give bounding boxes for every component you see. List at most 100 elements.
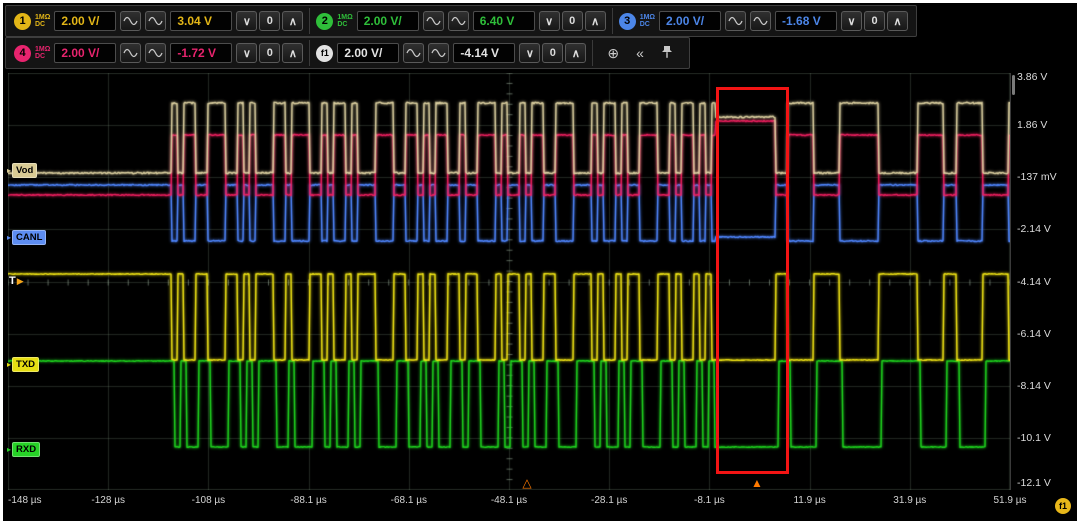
- offset-increase-button[interactable]: ∧: [887, 11, 908, 31]
- channel-badge-1[interactable]: 1: [14, 13, 31, 30]
- channel-position-icon: ▸: [7, 446, 11, 454]
- add-channel-button[interactable]: ⊕: [601, 45, 625, 61]
- zero-icon: 0: [267, 15, 273, 27]
- chevron-down-icon: ∨: [243, 15, 251, 28]
- voltage-axis-label: -2.14 V: [1017, 223, 1051, 235]
- waveform-shape-icon[interactable]: [145, 11, 166, 31]
- time-axis-label: -108 µs: [192, 495, 226, 506]
- channel-label-txd[interactable]: ▸TXD: [7, 357, 39, 372]
- coupling-text: DC: [35, 53, 50, 60]
- coupling-text: DC: [35, 21, 50, 28]
- offset-increase-button[interactable]: ∧: [585, 11, 606, 31]
- offset-zero-button[interactable]: 0: [259, 43, 280, 63]
- trigger-time-marker[interactable]: ▲: [751, 477, 763, 489]
- offset-zero-button[interactable]: 0: [864, 11, 885, 31]
- offset-increase-button[interactable]: ∧: [282, 11, 303, 31]
- waveform-shape-icon[interactable]: [448, 11, 469, 31]
- channel-group-f1: f12.00 V/ -4.14 V ∨ 0 ∧: [309, 40, 592, 66]
- axis-divider: [1010, 73, 1011, 490]
- channel-position-icon: ▸: [7, 234, 11, 242]
- offset-decrease-button[interactable]: ∨: [539, 11, 560, 31]
- voltage-axis-label: -8.14 V: [1017, 380, 1051, 392]
- zero-icon: 0: [267, 47, 273, 59]
- scale-value[interactable]: 2.00 V/: [357, 11, 419, 31]
- voltage-axis-label: -137 mV: [1017, 171, 1057, 183]
- offset-decrease-button[interactable]: ∨: [841, 11, 862, 31]
- waveform-shape-icon[interactable]: [403, 43, 424, 63]
- offset-increase-button[interactable]: ∧: [565, 43, 586, 63]
- pin-button[interactable]: [655, 44, 679, 62]
- offset-button-cluster: ∨ 0 ∧: [236, 11, 303, 31]
- channel-group-4: 4 1MΩDC 2.00 V/ -1.72 V∨ 0 ∧: [8, 40, 309, 66]
- timebase-source-label: f1: [1059, 501, 1067, 511]
- toolbar: 11MΩDC2.00 V/3.04 V∨0∧21MΩDC2.00 V/6.40 …: [5, 5, 917, 69]
- zero-icon: 0: [550, 47, 556, 59]
- channel-badge-2[interactable]: 2: [316, 13, 333, 30]
- zero-icon: 0: [569, 15, 575, 27]
- scale-value[interactable]: 2.00 V/: [659, 11, 721, 31]
- time-axis-label: -68.1 µs: [391, 495, 427, 506]
- channel-position-icon: ▸: [7, 167, 11, 175]
- time-axis-label: -48.1 µs: [491, 495, 527, 506]
- scale-value[interactable]: 2.00 V/: [337, 43, 399, 63]
- chevron-up-icon: ∧: [894, 15, 902, 28]
- impedance-text: 1MΩ: [35, 14, 50, 21]
- offset-value[interactable]: 6.40 V: [473, 11, 535, 31]
- voltage-axis-label: -4.14 V: [1017, 276, 1051, 288]
- timebase-source-badge[interactable]: f1: [1055, 498, 1071, 514]
- zero-icon: 0: [871, 15, 877, 27]
- time-axis-label: 31.9 µs: [893, 495, 926, 506]
- channel-badge-3[interactable]: 3: [619, 13, 636, 30]
- channel-label-vod[interactable]: ▸Vod: [7, 163, 37, 178]
- collapse-toolbar-button[interactable]: «: [630, 45, 650, 61]
- waveform-shape-icon[interactable]: [120, 11, 141, 31]
- voltage-axis-label: 3.86 V: [1017, 71, 1047, 83]
- chevron-down-icon: ∨: [526, 47, 534, 60]
- time-axis-label: -128 µs: [91, 495, 125, 506]
- waveform-shape-icon[interactable]: [750, 11, 771, 31]
- offset-increase-button[interactable]: ∧: [282, 43, 303, 63]
- impedance-text: 1MΩ: [337, 14, 352, 21]
- voltage-axis-label: -6.14 V: [1017, 328, 1051, 340]
- waveform-display[interactable]: [8, 73, 1010, 490]
- offset-decrease-button[interactable]: ∨: [236, 11, 257, 31]
- impedance-text: 1MΩ: [35, 46, 50, 53]
- offset-zero-button[interactable]: 0: [259, 11, 280, 31]
- offset-zero-button[interactable]: 0: [562, 11, 583, 31]
- time-axis-label: -148 µs: [8, 495, 42, 506]
- channel-group-2: 2 1MΩDC 2.00 V/6.40 V∨ 0 ∧: [309, 8, 611, 34]
- waveform-shape-icon[interactable]: [428, 43, 449, 63]
- channel-label-canl[interactable]: ▸CANL: [7, 230, 46, 245]
- channel-badge-f1[interactable]: f1: [316, 45, 333, 62]
- coupling-label: 1MΩDC: [337, 14, 352, 28]
- offset-value[interactable]: -1.72 V: [170, 43, 232, 63]
- offset-value[interactable]: -1.68 V: [775, 11, 837, 31]
- voltage-axis-label: -10.1 V: [1017, 432, 1051, 444]
- coupling-label: 1MΩDC: [640, 14, 655, 28]
- offset-zero-button[interactable]: 0: [542, 43, 563, 63]
- offset-decrease-button[interactable]: ∨: [519, 43, 540, 63]
- channel-label-rxd[interactable]: ▸RXD: [7, 442, 40, 457]
- offset-button-cluster: ∨ 0 ∧: [841, 11, 908, 31]
- toolbar-extras: ⊕«: [592, 40, 687, 66]
- scale-value[interactable]: 2.00 V/: [54, 11, 116, 31]
- coupling-label: 1MΩDC: [35, 46, 50, 60]
- time-reference-marker[interactable]: △: [522, 477, 531, 489]
- channel-badge-4[interactable]: 4: [14, 45, 31, 62]
- coupling-text: DC: [640, 21, 655, 28]
- channel-label-text: CANL: [12, 230, 46, 245]
- offset-button-cluster: ∨ 0 ∧: [539, 11, 606, 31]
- trigger-level-marker[interactable]: T ▶: [9, 275, 24, 287]
- scrollbar-handle[interactable]: [1012, 75, 1015, 95]
- scale-value[interactable]: 2.00 V/: [54, 43, 116, 63]
- offset-value[interactable]: 3.04 V: [170, 11, 232, 31]
- time-axis-label: 11.9 µs: [793, 495, 825, 506]
- waveform-shape-icon[interactable]: [423, 11, 444, 31]
- waveform-shape-icon[interactable]: [725, 11, 746, 31]
- offset-value[interactable]: -4.14 V: [453, 43, 515, 63]
- offset-decrease-button[interactable]: ∨: [236, 43, 257, 63]
- offset-button-cluster: ∨ 0 ∧: [519, 43, 586, 63]
- waveform-shape-icon[interactable]: [120, 43, 141, 63]
- chevron-up-icon: ∧: [289, 15, 297, 28]
- waveform-shape-icon[interactable]: [145, 43, 166, 63]
